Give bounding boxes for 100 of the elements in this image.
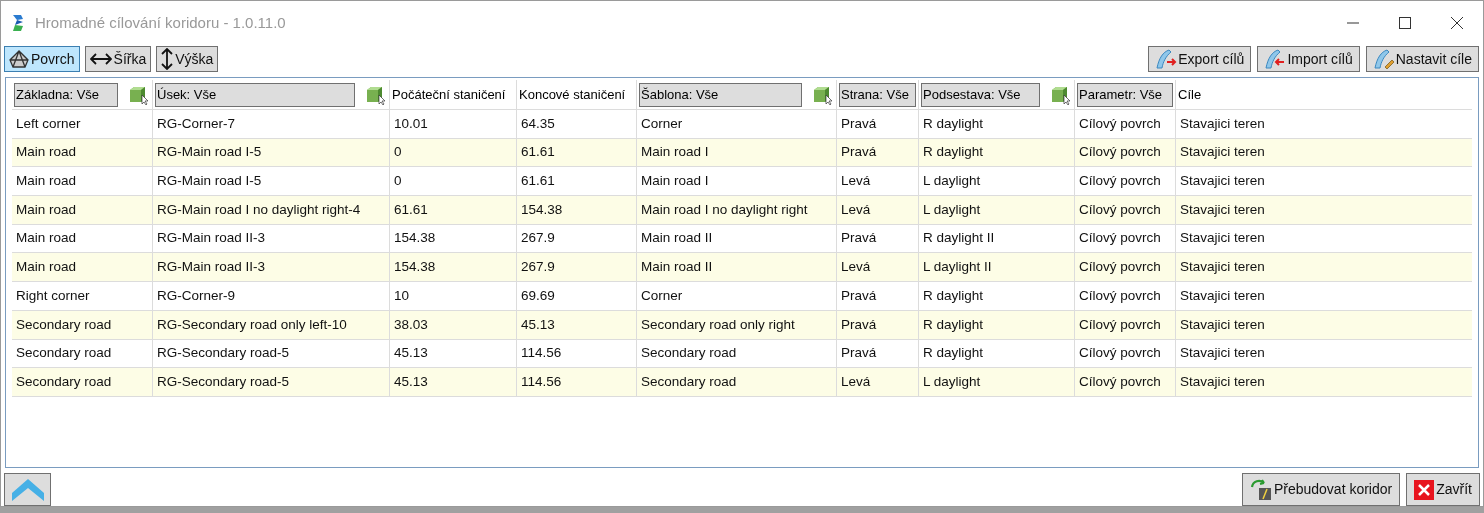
- table-cell-text: Stavajici teren: [1180, 229, 1265, 248]
- close-button[interactable]: Zavřít: [1406, 473, 1480, 506]
- table-cell-text: RG-Main road I-5: [157, 143, 262, 162]
- table-cell-text: Main road I: [641, 143, 709, 162]
- table-cell-text: Levá: [841, 372, 871, 391]
- table-cell-text: 10.01: [394, 114, 428, 133]
- table-cell-text: L daylight II: [923, 258, 992, 277]
- table-cell-text: RG-Secondary road-5: [157, 344, 290, 363]
- rebuild-button[interactable]: Přebudovat koridor: [1241, 473, 1401, 506]
- cube-pick-icon[interactable]: [365, 84, 387, 105]
- road-pencil-icon: [1372, 48, 1395, 70]
- table-cell-text: Levá: [841, 200, 871, 219]
- column-header: Koncové staničení: [519, 85, 626, 104]
- table-cell-text: Main road: [16, 229, 77, 248]
- table-cell-text: Main road II: [641, 258, 713, 277]
- table-cell-text: Cílový povrch: [1079, 344, 1161, 363]
- column-header: Počáteční staničení: [392, 85, 506, 104]
- table-cell-text: Cílový povrch: [1079, 114, 1161, 133]
- chevron-up-icon: [11, 478, 44, 501]
- table-cell-text: R daylight II: [923, 229, 995, 248]
- table-cell-text: Cílový povrch: [1079, 143, 1161, 162]
- table-cell-text: 61.61: [394, 200, 428, 219]
- window-title: Hromadné cílování koridoru - 1.0.11.0: [35, 12, 286, 33]
- cube-pick-icon[interactable]: [812, 84, 834, 105]
- close-icon[interactable]: [1451, 17, 1463, 29]
- vertical-arrows-icon: [161, 48, 174, 70]
- table-cell-text: Secondary road: [16, 344, 112, 363]
- table-cell-text: Secondary road only right: [641, 315, 795, 334]
- table-cell-text: Levá: [841, 172, 871, 191]
- table-cell-text: Stavajici teren: [1180, 372, 1265, 391]
- table-cell-text: 38.03: [394, 315, 428, 334]
- view-mode-button[interactable]: Povrch: [4, 46, 80, 72]
- table-cell-text: Secondary road: [641, 344, 737, 363]
- table-cell-text: Left corner: [16, 114, 81, 133]
- table-cell-text: R daylight: [923, 114, 984, 133]
- cube-pick-icon[interactable]: [128, 84, 150, 105]
- table-cell-text: 45.13: [394, 344, 428, 363]
- horizontal-arrows-icon: [89, 53, 112, 65]
- pyramid-icon: [9, 50, 29, 68]
- table-cell-text: 267.9: [521, 229, 555, 248]
- table-cell-text: Main road I: [641, 172, 709, 191]
- table-cell-text: RG-Main road I-5: [157, 172, 262, 191]
- column-filter-button[interactable]: Strana: Vše: [839, 82, 916, 107]
- refresh-road-icon: [1249, 478, 1272, 501]
- table-cell-text: L daylight: [923, 372, 981, 391]
- table-cell-text: RG-Main road II-3: [157, 258, 266, 277]
- column-header: Cíle: [1178, 85, 1202, 104]
- table-cell-text: 64.35: [521, 114, 555, 133]
- table-cell-text: Levá: [841, 258, 871, 277]
- table-cell-text: Stavajici teren: [1180, 286, 1265, 305]
- table-cell-text: 45.13: [521, 315, 555, 334]
- road-import-icon: [1264, 48, 1287, 70]
- table-cell-text: 61.61: [521, 172, 555, 191]
- column-filter-button[interactable]: Základna: Vše: [14, 82, 118, 107]
- close-x-icon: [1414, 479, 1435, 500]
- table-cell-text: Pravá: [841, 114, 877, 133]
- table-cell-text: Pravá: [841, 286, 877, 305]
- maximize-icon[interactable]: [1399, 17, 1411, 29]
- table-cell-text: Secondary road: [16, 315, 112, 334]
- table-cell-text: Pravá: [841, 344, 877, 363]
- table-cell-text: Corner: [641, 286, 683, 305]
- table-cell-text: Secondary road: [16, 372, 112, 391]
- table-cell-text: Stavajici teren: [1180, 344, 1265, 363]
- table-cell-text: 0: [394, 172, 402, 191]
- toolbar-button[interactable]: Export cílů: [1148, 46, 1252, 72]
- table-cell-text: 154.38: [394, 229, 436, 248]
- table-cell-text: Main road II: [641, 229, 713, 248]
- table-cell-text: RG-Corner-9: [157, 286, 235, 305]
- table-cell-text: Cílový povrch: [1079, 200, 1161, 219]
- column-filter-button[interactable]: Parametr: Vše: [1077, 82, 1173, 107]
- table-cell-text: Right corner: [16, 286, 90, 305]
- column-filter-button[interactable]: Podsestava: Vše: [921, 82, 1040, 107]
- table-cell-text: Pravá: [841, 315, 877, 334]
- table-cell-text: L daylight: [923, 200, 981, 219]
- table-cell-text: Cílový povrch: [1079, 372, 1161, 391]
- table-cell-text: Stavajici teren: [1180, 315, 1265, 334]
- table-cell-text: R daylight: [923, 286, 984, 305]
- table-cell-text: L daylight: [923, 172, 981, 191]
- table-cell-text: Corner: [641, 114, 683, 133]
- table-cell-text: 267.9: [521, 258, 555, 277]
- cube-pick-icon[interactable]: [1050, 84, 1072, 105]
- table-cell-text: RG-Secondary road-5: [157, 372, 290, 391]
- view-mode-button[interactable]: Výška: [156, 46, 219, 72]
- table-cell-text: 0: [394, 143, 402, 162]
- column-filter-button[interactable]: Úsek: Vše: [155, 82, 355, 107]
- table-cell-text: R daylight: [923, 143, 984, 162]
- table-cell-text: Main road: [16, 172, 77, 191]
- table-cell-text: Main road: [16, 200, 77, 219]
- table-cell-text: Stavajici teren: [1180, 258, 1265, 277]
- table-cell-text: Stavajici teren: [1180, 143, 1265, 162]
- table-cell-text: Cílový povrch: [1079, 229, 1161, 248]
- table-cell-text: 154.38: [521, 200, 563, 219]
- table-cell-text: Cílový povrch: [1079, 315, 1161, 334]
- table-cell-text: 45.13: [394, 372, 428, 391]
- toolbar-button[interactable]: Import cílů: [1257, 46, 1360, 72]
- toolbar-button[interactable]: Nastavit cíle: [1365, 46, 1479, 72]
- view-mode-button[interactable]: Šířka: [84, 46, 152, 72]
- collapse-button[interactable]: [4, 473, 51, 506]
- column-filter-button[interactable]: Šablona: Vše: [639, 82, 802, 107]
- table-cell-text: Cílový povrch: [1079, 258, 1161, 277]
